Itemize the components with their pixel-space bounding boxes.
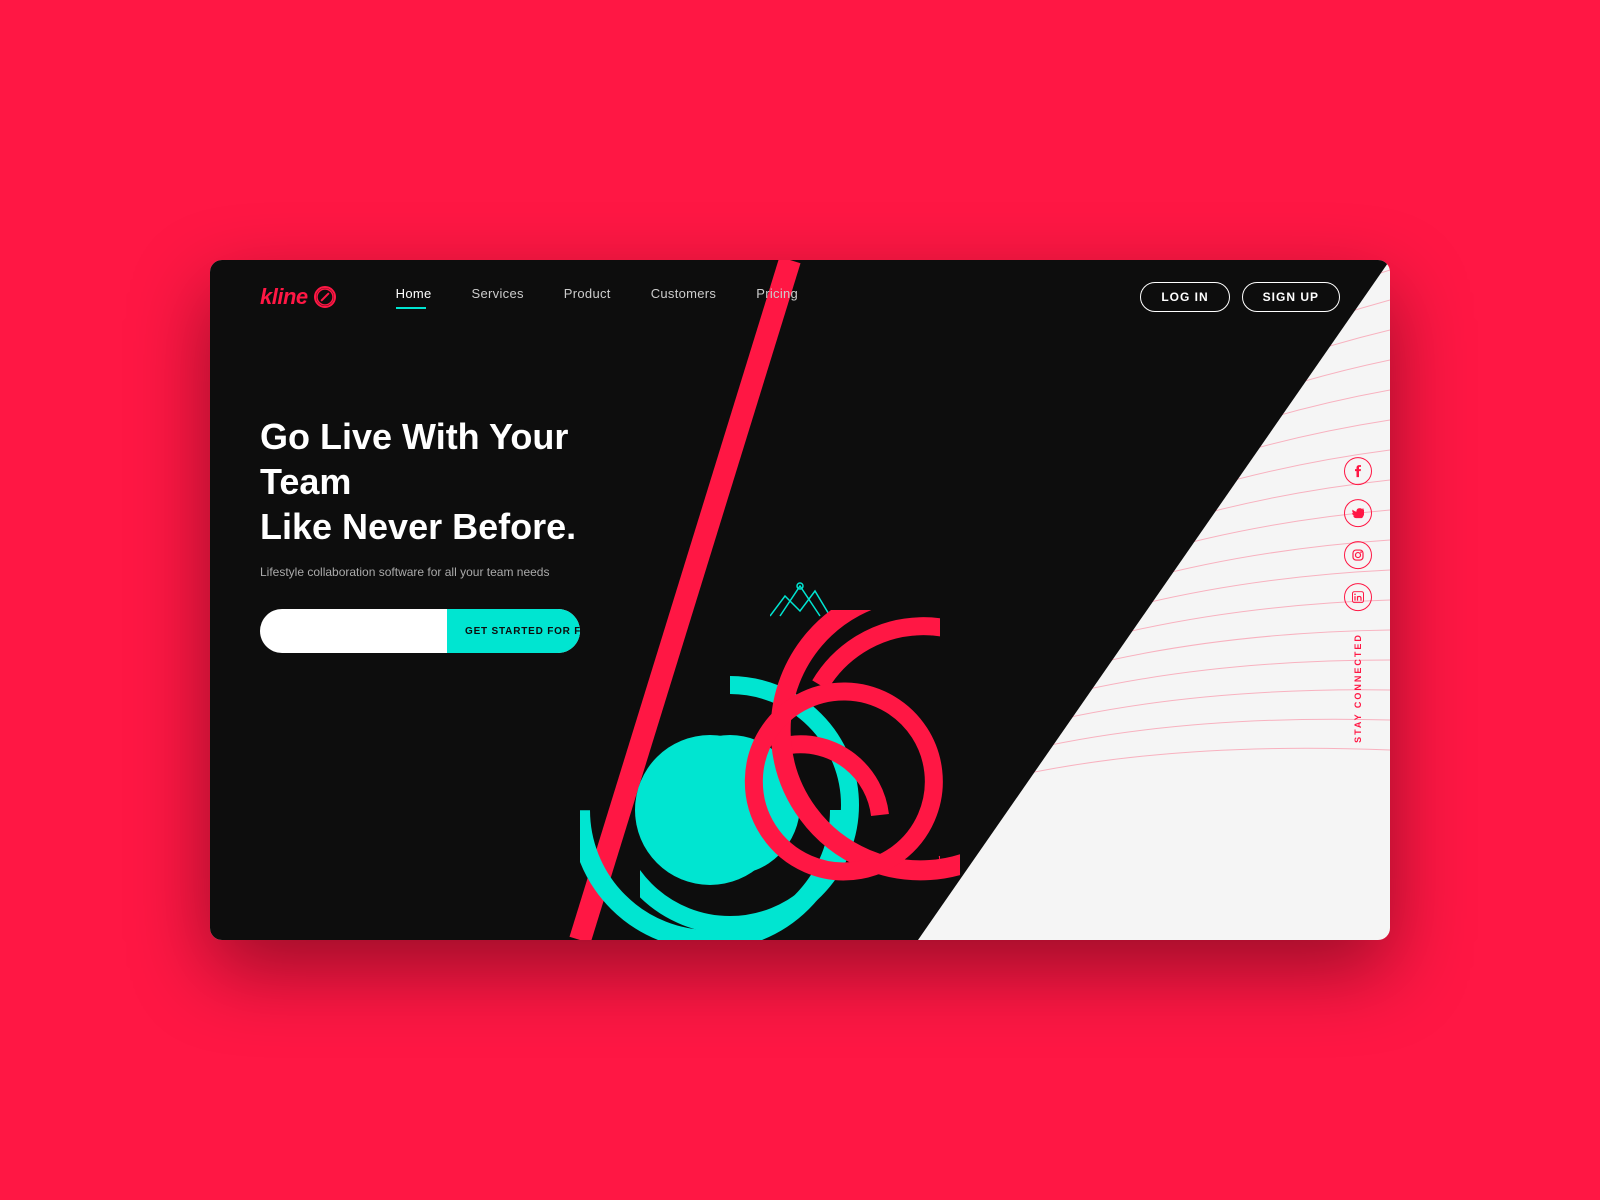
hero-section: Go Live With Your Team Like Never Before… [210, 334, 1390, 653]
nav-item-home[interactable]: Home [396, 285, 432, 309]
hero-subtitle: Lifestyle collaboration software for all… [260, 565, 1340, 579]
login-button[interactable]: LOG IN [1140, 282, 1229, 312]
nav-item-customers[interactable]: Customers [651, 285, 717, 309]
logo-icon [314, 286, 336, 308]
facebook-icon[interactable] [1344, 457, 1372, 485]
linkedin-icon[interactable] [1344, 583, 1372, 611]
nav-links: Home Services Product Customers Pricing [396, 285, 1141, 309]
signup-button[interactable]: SIGN UP [1242, 282, 1340, 312]
twitter-icon[interactable] [1344, 499, 1372, 527]
nav-item-services[interactable]: Services [472, 285, 524, 309]
navbar: kline Home Services Produc [210, 260, 1390, 334]
instagram-icon[interactable] [1344, 541, 1372, 569]
nav-link-product[interactable]: Product [564, 286, 611, 301]
page-content: kline Home Services Produc [210, 260, 1390, 940]
auth-buttons: LOG IN SIGN UP [1140, 282, 1340, 312]
active-indicator [396, 307, 426, 309]
logo: kline [260, 284, 336, 310]
nav-link-pricing[interactable]: Pricing [756, 286, 798, 301]
circle-graphic [640, 615, 940, 940]
nav-item-pricing[interactable]: Pricing [756, 285, 798, 309]
cta-input[interactable] [260, 624, 447, 638]
nav-link-services[interactable]: Services [472, 286, 524, 301]
nav-item-product[interactable]: Product [564, 285, 611, 309]
hero-title: Go Live With Your Team Like Never Before… [260, 414, 610, 549]
cta-button[interactable]: GET STARTED FOR FREE [447, 609, 580, 653]
brand-name: kline [260, 284, 308, 310]
stay-connected-label: STAY CONNECTED [1353, 633, 1363, 743]
nav-link-home[interactable]: Home [396, 286, 432, 301]
cta-form: GET STARTED FOR FREE [260, 609, 580, 653]
browser-window: kline Home Services Produc [210, 260, 1390, 940]
social-sidebar: STAY CONNECTED [1344, 457, 1372, 743]
nav-link-customers[interactable]: Customers [651, 286, 717, 301]
